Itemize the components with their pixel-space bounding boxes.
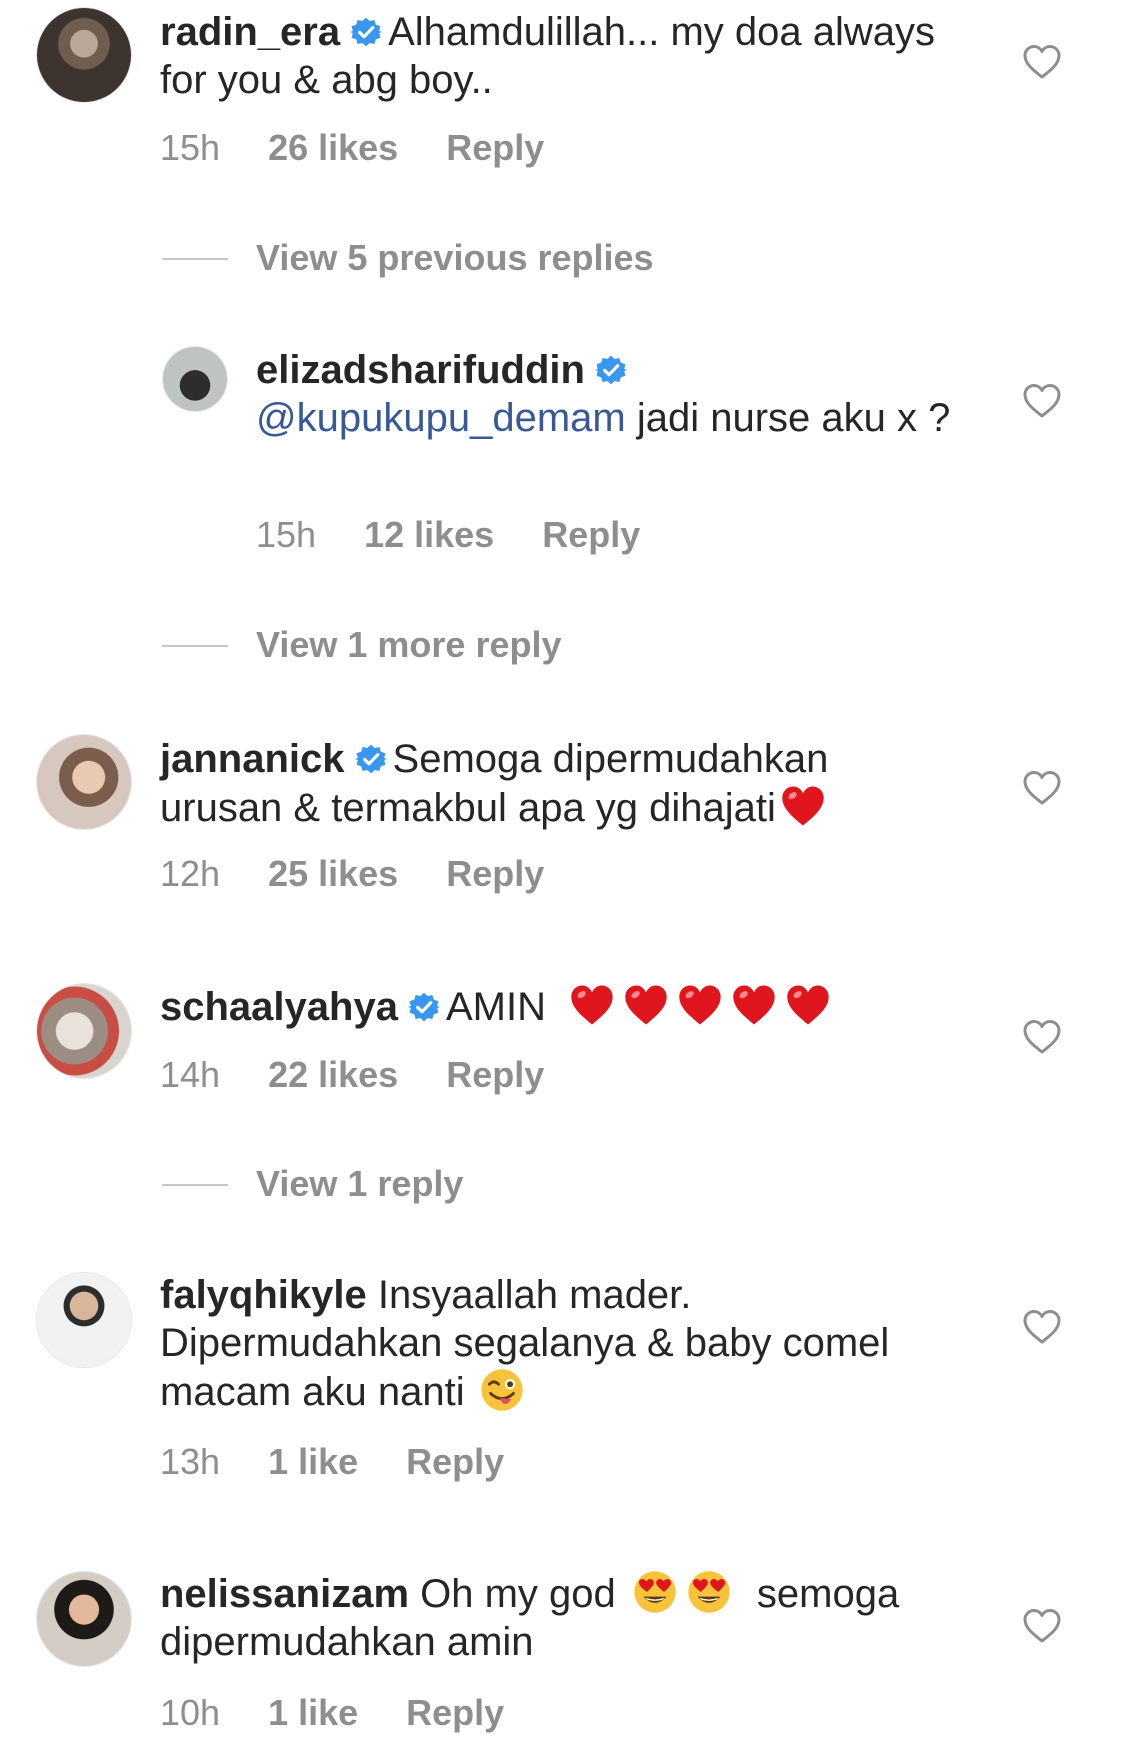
heart-eyes-emoji <box>632 1569 678 1615</box>
comment-meta: 15h 26 likes Reply <box>160 127 592 169</box>
comment-meta: 13h 1 like Reply <box>160 1441 552 1483</box>
winking-face-tongue-emoji <box>479 1367 525 1413</box>
timestamp: 15h <box>160 127 221 168</box>
username[interactable]: elizadsharifuddin <box>256 348 585 392</box>
like-heart-icon[interactable] <box>1022 381 1062 421</box>
divider-line <box>162 258 228 260</box>
comment-meta: 12h 25 likes Reply <box>160 853 592 895</box>
reply-button[interactable]: Reply <box>406 1441 504 1482</box>
username[interactable]: nelissanizam <box>160 1572 409 1616</box>
verified-badge-icon <box>350 16 382 48</box>
comment-body: radin_era Alhamdulillah... my doa always … <box>160 8 940 104</box>
verified-badge-icon <box>595 354 627 386</box>
comment-body: jannanick Semoga dipermudahkan urusan & t… <box>160 735 940 832</box>
likes-count[interactable]: 22 likes <box>268 1054 398 1095</box>
comment-body: falyqhikyle Insyaallah mader. Dipermudah… <box>160 1271 960 1416</box>
username[interactable]: falyqhikyle <box>160 1273 367 1317</box>
reply-button[interactable]: Reply <box>406 1692 504 1733</box>
avatar[interactable] <box>37 1572 131 1666</box>
reply-button[interactable]: Reply <box>446 853 544 894</box>
red-heart-emoji <box>785 982 831 1028</box>
view-previous-replies-button[interactable]: View 5 previous replies <box>256 237 654 279</box>
timestamp: 13h <box>160 1441 221 1482</box>
reply-button[interactable]: Reply <box>542 514 640 555</box>
avatar[interactable] <box>37 1273 131 1367</box>
view-replies-button[interactable]: View 1 reply <box>256 1163 463 1205</box>
comment-text: Oh my god <box>420 1572 616 1616</box>
like-heart-icon[interactable] <box>1022 1606 1062 1646</box>
timestamp: 15h <box>256 514 317 555</box>
likes-count[interactable]: 12 likes <box>364 514 494 555</box>
comment-text: jadi nurse aku x ? <box>625 396 951 440</box>
verified-badge-icon <box>355 743 387 775</box>
likes-count[interactable]: 26 likes <box>268 127 398 168</box>
timestamp: 10h <box>160 1692 221 1733</box>
like-heart-icon[interactable] <box>1022 42 1062 82</box>
red-heart-emoji <box>677 982 723 1028</box>
divider-line <box>162 1184 228 1186</box>
username[interactable]: schaalyahya <box>160 985 398 1029</box>
red-heart-emoji <box>569 982 615 1028</box>
reply-button[interactable]: Reply <box>446 1054 544 1095</box>
divider-line <box>162 645 228 647</box>
red-heart-emoji <box>780 783 826 829</box>
view-more-reply-button[interactable]: View 1 more reply <box>256 624 562 666</box>
comment-meta: 10h 1 like Reply <box>160 1692 552 1734</box>
heart-eyes-emoji <box>686 1569 732 1615</box>
like-heart-icon[interactable] <box>1022 1307 1062 1347</box>
avatar[interactable] <box>37 984 131 1078</box>
username[interactable]: jannanick <box>160 737 345 781</box>
likes-count[interactable]: 1 like <box>268 1692 358 1733</box>
avatar[interactable] <box>37 735 131 829</box>
likes-count[interactable]: 25 likes <box>268 853 398 894</box>
comment-meta: 15h 12 likes Reply <box>256 514 688 556</box>
like-heart-icon[interactable] <box>1022 1017 1062 1057</box>
timestamp: 12h <box>160 853 221 894</box>
avatar[interactable] <box>163 347 227 411</box>
red-heart-emoji <box>623 982 669 1028</box>
comment-meta: 14h 22 likes Reply <box>160 1054 592 1096</box>
comment-text: AMIN <box>445 985 546 1029</box>
comment-body: schaalyahya AMIN <box>160 982 980 1031</box>
reply-button[interactable]: Reply <box>446 127 544 168</box>
likes-count[interactable]: 1 like <box>268 1441 358 1482</box>
timestamp: 14h <box>160 1054 221 1095</box>
avatar[interactable] <box>37 8 131 102</box>
red-heart-emoji <box>731 982 777 1028</box>
like-heart-icon[interactable] <box>1022 768 1062 808</box>
mention-link[interactable]: @kupukupu_demam <box>256 396 626 440</box>
comment-body: nelissanizam Oh my god semoga dipermudah… <box>160 1569 970 1666</box>
username[interactable]: radin_era <box>160 10 340 54</box>
verified-badge-icon <box>408 991 440 1023</box>
comment-body: elizadsharifuddin @kupukupu_demam jadi n… <box>256 346 956 442</box>
